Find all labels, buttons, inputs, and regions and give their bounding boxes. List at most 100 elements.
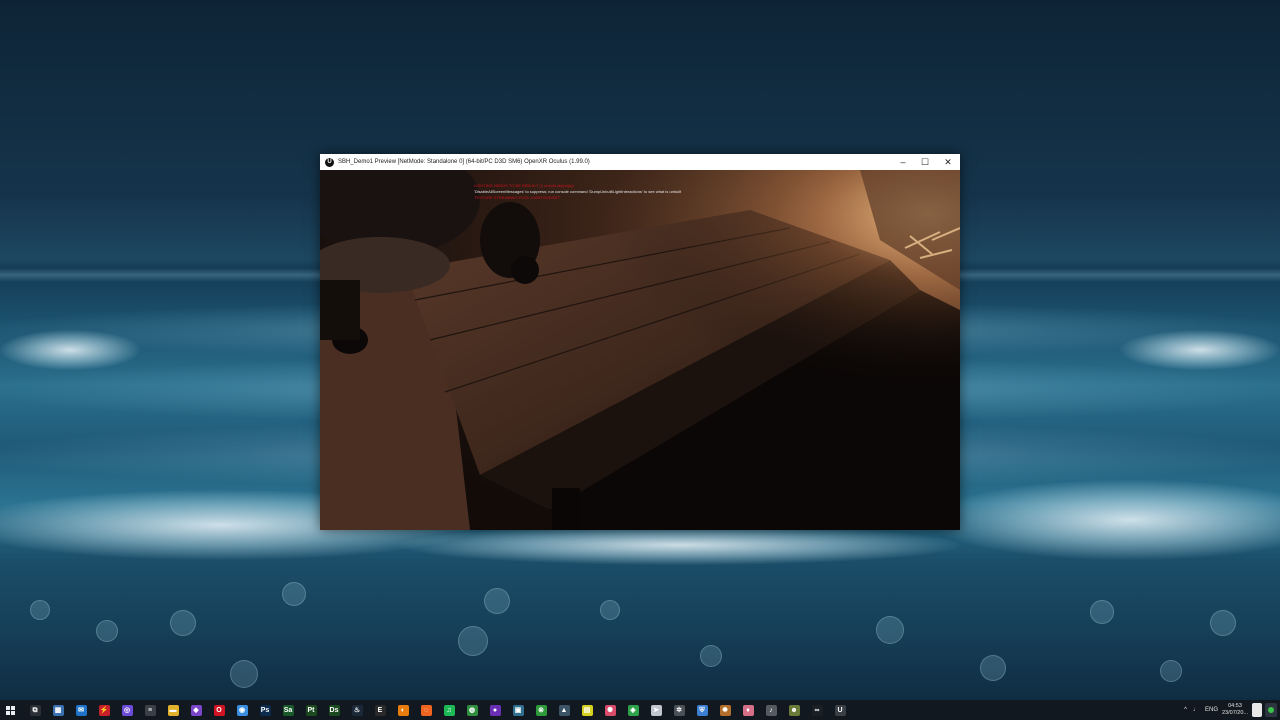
taskbar-app-button[interactable]: ◉ xyxy=(233,700,251,720)
windows-logo-icon xyxy=(5,705,15,715)
taskbar-app-button[interactable]: ♪ xyxy=(762,700,780,720)
notes-icon: ▤ xyxy=(581,704,593,716)
taskbar-app-button[interactable]: ♨ xyxy=(348,700,366,720)
clock[interactable]: 04:53 23/07/20... xyxy=(1222,703,1248,717)
taskbar-app-button[interactable]: ⛨ xyxy=(693,700,711,720)
bench-leg xyxy=(552,488,580,530)
taskbar-app-button[interactable]: ▬ xyxy=(164,700,182,720)
bokeh-light xyxy=(1210,610,1236,636)
settings-gear-icon: ✲ xyxy=(673,704,685,716)
file-explorer-icon: ▬ xyxy=(167,704,179,716)
opera-icon: O xyxy=(213,704,225,716)
tray-mic-active-icon[interactable] xyxy=(1252,703,1262,717)
taskbar-app-button[interactable]: ♦ xyxy=(739,700,757,720)
taskbar-app-button[interactable]: ♫ xyxy=(440,700,458,720)
taskbar-app-button[interactable]: Pt xyxy=(302,700,320,720)
epic-games-icon: E xyxy=(374,704,386,716)
game-app-icon: ✹ xyxy=(719,704,731,716)
bokeh-light xyxy=(1160,660,1182,682)
taskbar-app-button[interactable]: ∞ xyxy=(808,700,826,720)
taskbar-app-button[interactable]: ✲ xyxy=(670,700,688,720)
unreal-engine-icon: U xyxy=(834,704,846,716)
wave-foam xyxy=(400,525,960,565)
console-error-line: TEXTURE STREAMING POOL OVER BUDGET xyxy=(474,195,560,200)
steam-icon: ♨ xyxy=(351,704,363,716)
close-button[interactable]: ✕ xyxy=(937,154,959,170)
taskbar-app-button[interactable]: ◌ xyxy=(417,700,435,720)
taskbar-app-button[interactable]: ◍ xyxy=(463,700,481,720)
taskbar-app-button[interactable]: ◈ xyxy=(624,700,642,720)
windows-taskbar: ⧉ ▦ ✉ ⚡ ◎ ≡ ▬ ◆ O ◉ Ps Sa Pt Ds ♨ E ◐ ◌ ♫ ◍ ● ▣ ⊗ ▲ ▤ ✺ ◈ ➤ ✲ ⛨ ✹ ♦ ♪ ☻ ∞ U… xyxy=(0,700,1280,720)
taskbar-app-button[interactable]: Sa xyxy=(279,700,297,720)
cursor-tool-icon: ➤ xyxy=(650,704,662,716)
unreal-engine-icon: U xyxy=(325,157,334,167)
game-viewport[interactable]: LIGHTING NEEDS TO BE REBUILT (1 unbuilt … xyxy=(320,170,960,530)
tray-overflow-chevron-icon[interactable]: ^ xyxy=(1184,707,1187,713)
notification-icon[interactable] xyxy=(1265,703,1277,717)
window-titlebar[interactable]: U SBH_Demo1 Preview [NetMode: Standalone… xyxy=(320,154,960,170)
droplet-app-icon: ♦ xyxy=(742,704,754,716)
taskbar-app-button[interactable]: U xyxy=(831,700,849,720)
taskbar-app-button[interactable]: ▦ xyxy=(49,700,67,720)
window-title: SBH_Demo1 Preview [NetMode: Standalone 0… xyxy=(338,159,590,165)
bokeh-light xyxy=(600,600,620,620)
taskbar-app-button[interactable]: ✉ xyxy=(72,700,90,720)
taskbar-app-button[interactable]: ● xyxy=(486,700,504,720)
character-app-icon: ☻ xyxy=(788,704,800,716)
taskbar-app-button[interactable]: ≡ xyxy=(141,700,159,720)
taskbar-app-button[interactable]: ➤ xyxy=(647,700,665,720)
greenshot-icon: ◍ xyxy=(466,704,478,716)
calculator-icon: ▦ xyxy=(52,704,64,716)
minimize-button[interactable]: – xyxy=(892,154,914,170)
bokeh-light xyxy=(282,582,306,606)
bokeh-light xyxy=(96,620,118,642)
bokeh-light xyxy=(484,588,510,614)
bokeh-light xyxy=(170,610,196,636)
origin-icon: ◌ xyxy=(420,704,432,716)
remote-desktop-icon: ▣ xyxy=(512,704,524,716)
obs-icon: ● xyxy=(489,704,501,716)
taskbar-app-button[interactable]: ◆ xyxy=(187,700,205,720)
bokeh-light xyxy=(230,660,258,688)
game-preview-window[interactable]: U SBH_Demo1 Preview [NetMode: Standalone… xyxy=(320,154,960,530)
launcher-icon: ▲ xyxy=(558,704,570,716)
meta-quest-icon: ∞ xyxy=(811,704,823,716)
taskbar-app-button[interactable]: ⧉ xyxy=(26,700,44,720)
clock-date: 23/07/20... xyxy=(1222,710,1248,716)
xbox-icon: ⊗ xyxy=(535,704,547,716)
maximize-button[interactable]: ☐ xyxy=(914,154,936,170)
taskbar-app-button[interactable]: ▤ xyxy=(578,700,596,720)
maps-icon: ◈ xyxy=(627,704,639,716)
wave-foam xyxy=(930,480,1280,560)
taskbar-app-button[interactable]: ▲ xyxy=(555,700,573,720)
photoshop-icon: Ps xyxy=(259,704,271,716)
bokeh-light xyxy=(1090,600,1114,624)
shield-icon: ⛨ xyxy=(696,704,708,716)
taskbar-app-button[interactable]: O xyxy=(210,700,228,720)
substance-designer-icon: Ds xyxy=(328,704,340,716)
bokeh-light xyxy=(980,655,1006,681)
taskbar-app-button[interactable]: ◐ xyxy=(394,700,412,720)
taskbar-app-button[interactable]: ⊗ xyxy=(532,700,550,720)
mixer-settings-icon: ≡ xyxy=(144,704,156,716)
taskbar-app-button[interactable]: Ps xyxy=(256,700,274,720)
language-indicator[interactable]: ENG xyxy=(1205,707,1218,713)
taskbar-app-button[interactable]: ◎ xyxy=(118,700,136,720)
taskbar-app-button[interactable]: E xyxy=(371,700,389,720)
taskbar-app-button[interactable]: ⚡ xyxy=(95,700,113,720)
bokeh-light xyxy=(700,645,722,667)
game-scene xyxy=(320,170,960,530)
taskbar-app-button[interactable]: ✺ xyxy=(601,700,619,720)
taskbar-app-button[interactable]: ☻ xyxy=(785,700,803,720)
substance-sampler-icon: Sa xyxy=(282,704,294,716)
flash-app-icon: ⚡ xyxy=(98,704,110,716)
system-tray: ^ ♩ ENG 04:53 23/07/20... xyxy=(1184,700,1280,720)
taskbar-app-button[interactable]: Ds xyxy=(325,700,343,720)
taskbar-app-button[interactable]: ▣ xyxy=(509,700,527,720)
microphone-icon[interactable]: ♩ xyxy=(1193,707,1199,713)
bokeh-light xyxy=(30,600,50,620)
start-button[interactable] xyxy=(0,700,20,720)
task-view-icon: ⧉ xyxy=(29,704,41,716)
taskbar-app-button[interactable]: ✹ xyxy=(716,700,734,720)
visual-studio-icon: ◆ xyxy=(190,704,202,716)
